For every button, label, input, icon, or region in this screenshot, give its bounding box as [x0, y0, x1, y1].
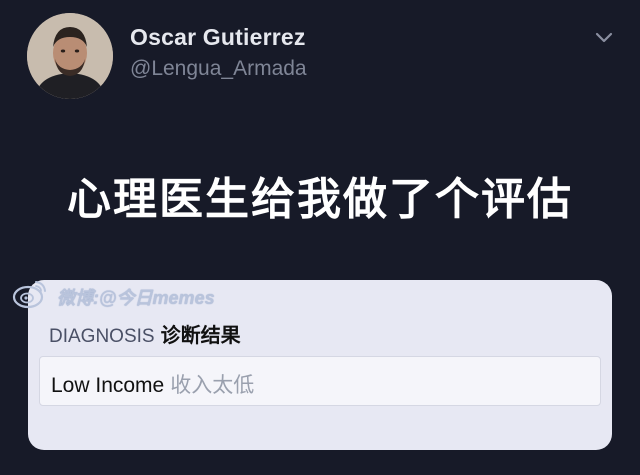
diagnosis-result-field[interactable]: Low Income 收入太低: [39, 356, 601, 406]
display-name[interactable]: Oscar Gutierrez: [130, 24, 306, 51]
result-value-translation: 收入太低: [170, 373, 255, 397]
meme-caption: 心理医生给我做了个评估: [67, 174, 573, 225]
avatar[interactable]: [27, 13, 113, 99]
diagnosis-result: Low Income 收入太低: [51, 369, 254, 399]
result-value: Low Income: [51, 374, 165, 397]
diagnosis-label-translation: 诊断结果: [160, 323, 241, 347]
chevron-down-icon[interactable]: [594, 30, 614, 44]
diagnosis-row: DIAGNOSIS 诊断结果: [49, 319, 241, 348]
tweet-header: Oscar Gutierrez @Lengua_Armada: [0, 0, 640, 120]
weibo-logo-icon: [12, 281, 46, 309]
user-handle[interactable]: @Lengua_Armada: [130, 57, 307, 81]
diagnosis-label: DIAGNOSIS: [49, 326, 155, 347]
avatar-portrait: [27, 13, 113, 99]
watermark-text: 微博:@今日memes: [57, 288, 215, 308]
